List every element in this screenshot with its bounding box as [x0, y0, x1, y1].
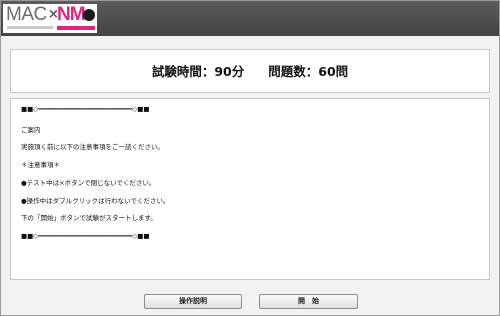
notice-item-doubleclick: ●操作中はダブルクリックは行わないでください。 — [21, 197, 170, 205]
logo-subtext-decoration — [7, 26, 53, 29]
notice-intro: 実施頂く前に以下の注意事項をご一読ください。 — [21, 143, 164, 151]
exam-info-title: 試験時間：90分 問題数：60問 — [11, 50, 489, 94]
notice-item-close: ●テスト中は×ボタンで閉じないでください。 — [21, 179, 156, 187]
notice-divider-top: ■■◇━━━━━━━━━━━━━━━━━━━━━━━━◇■■ — [21, 105, 150, 113]
logo-tagline-decoration — [57, 26, 95, 30]
logo-nm-text: NM — [57, 4, 86, 25]
brand-logo: MAC × NM — [3, 4, 97, 33]
notice-panel: ■■◇━━━━━━━━━━━━━━━━━━━━━━━━◇■■ ご案内 実施頂く前… — [10, 98, 490, 280]
operation-guide-button[interactable]: 操作説明 — [144, 294, 242, 309]
question-count-label: 問題数：60問 — [268, 64, 349, 79]
logo-mac-text: MAC — [6, 4, 47, 25]
notice-heading: ご案内 — [21, 126, 41, 134]
notice-divider-bottom: ■■◇━━━━━━━━━━━━━━━━━━━━━━━━◇■■ — [21, 232, 150, 240]
app-window: MAC × NM 試験時間：90分 問題数：60問 ■■◇━━━━━━━━━━━━… — [0, 0, 500, 316]
exam-info-panel: 試験時間：90分 問題数：60問 — [10, 49, 490, 93]
exam-time-label: 試験時間：90分 — [151, 64, 245, 79]
start-button[interactable]: 開 始 — [259, 294, 358, 309]
logo-badge-icon — [83, 9, 95, 21]
header-bar: MAC × NM — [1, 1, 499, 36]
notice-start-instruction: 下の「開始」ボタンで試験がスタートします。 — [21, 214, 157, 222]
notice-caution-title: ＊注意事項＊ — [21, 161, 60, 169]
